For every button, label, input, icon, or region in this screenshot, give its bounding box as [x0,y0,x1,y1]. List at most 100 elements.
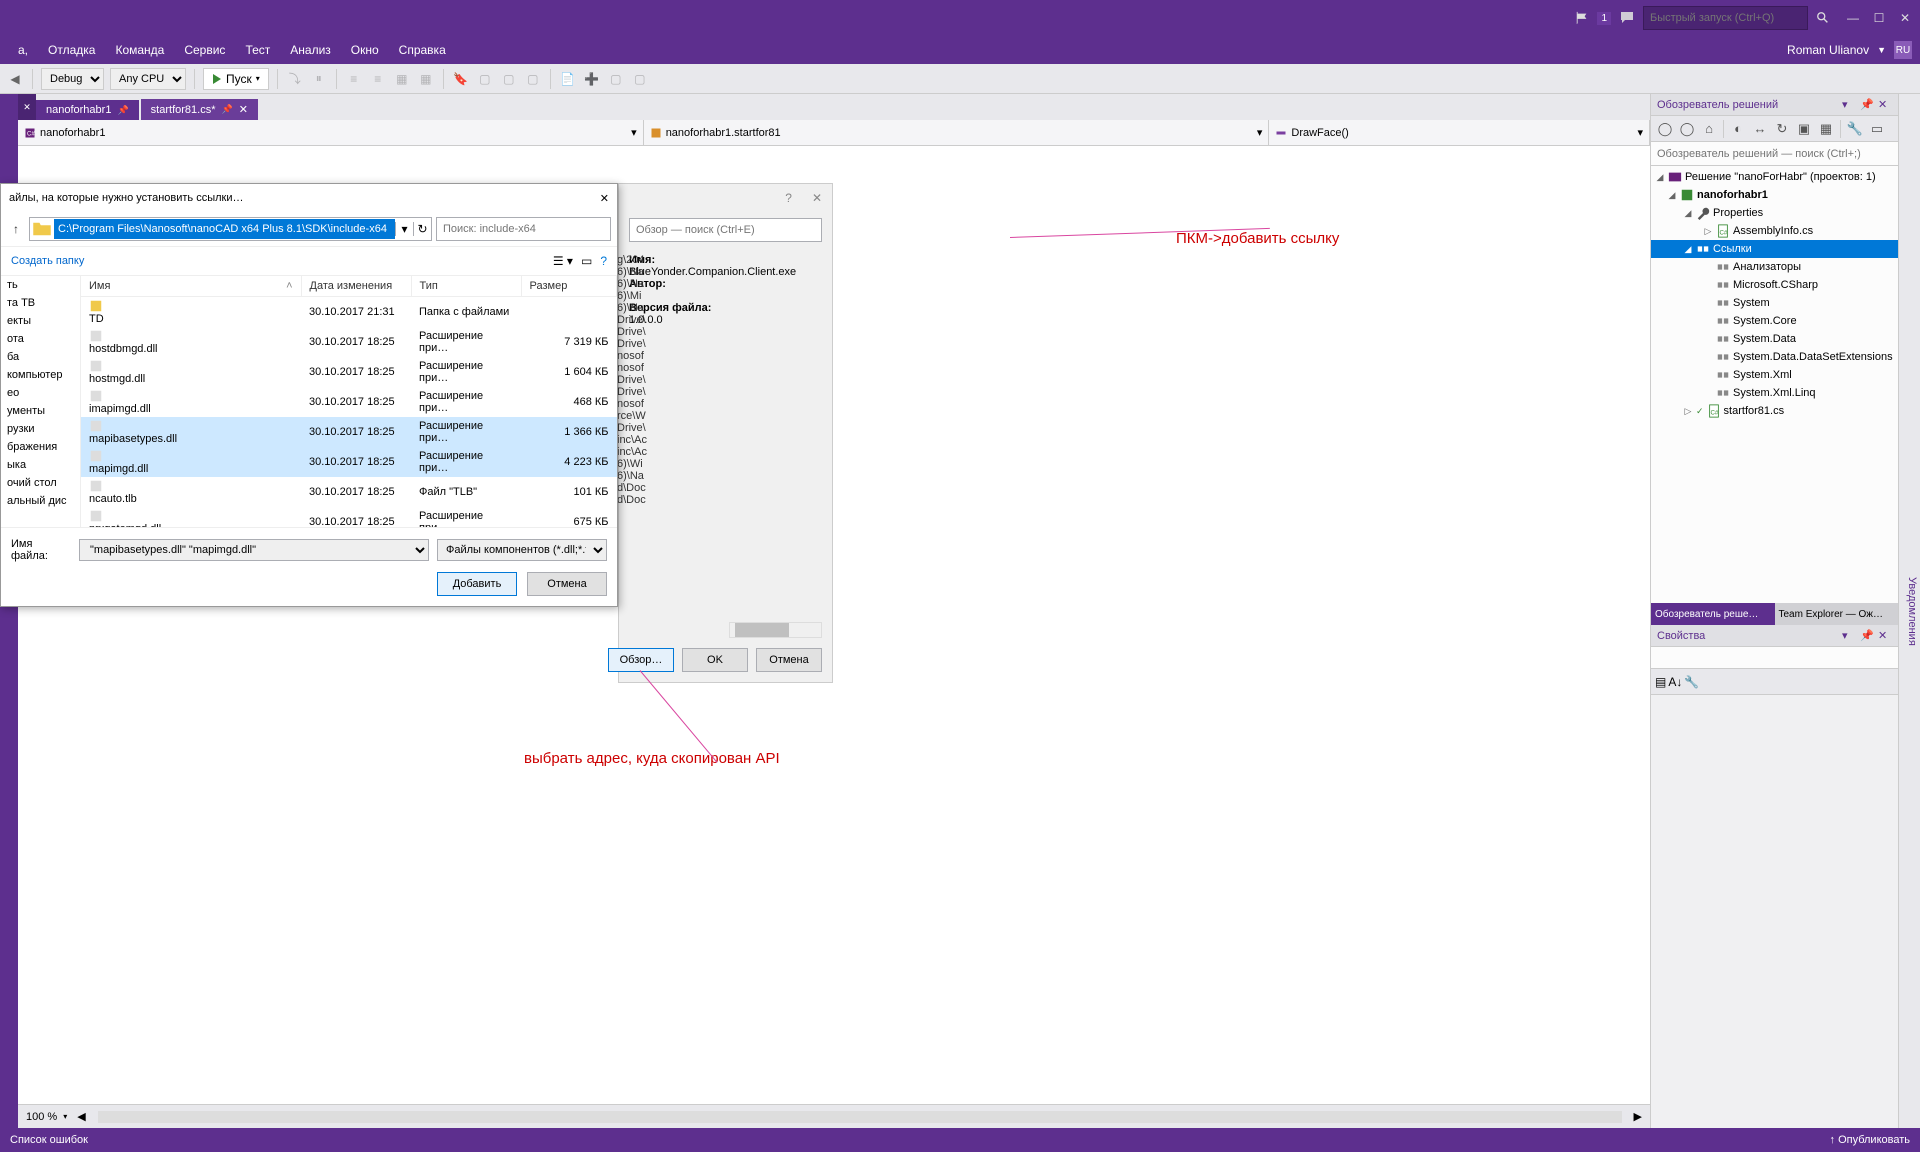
reference-node[interactable]: System [1651,294,1898,312]
step-icon[interactable]: ⏸ [310,70,328,88]
tab-team-explorer[interactable]: Team Explorer — Ож… [1775,603,1899,625]
user-account[interactable]: Roman Ulianov ▼ RU [1787,41,1912,59]
ok-button[interactable]: OK [682,648,748,672]
categorize-icon[interactable]: ▤ [1655,675,1666,689]
pin-icon[interactable]: 📌 [117,105,128,116]
h-scrollbar[interactable] [98,1111,1622,1123]
sidebar-item[interactable]: ота [1,330,80,348]
tab-overflow-icon[interactable]: ✕ [18,94,36,120]
menu-item[interactable]: Команда [105,39,174,61]
nav-back-icon[interactable]: ◀ [6,70,24,88]
reference-node[interactable]: System.Data.DataSetExtensions [1651,348,1898,366]
dropdown-icon[interactable]: ▾ [395,222,413,236]
close-icon[interactable]: ✕ [600,192,609,205]
notifications-strip[interactable]: Уведомления [1898,94,1920,1128]
up-icon[interactable]: ↑ [7,220,25,238]
editor-tab[interactable]: nanoforhabr1 📌 [36,100,139,120]
pin-icon[interactable]: 📌 [1860,98,1874,112]
surround-icon[interactable]: ▢ [607,70,625,88]
quick-launch-input[interactable] [1643,6,1808,30]
help-icon[interactable]: ? [600,254,607,268]
menu-item[interactable]: Окно [341,39,389,61]
alpha-sort-icon[interactable]: A↓ [1668,675,1682,689]
dropdown-icon[interactable]: ▾ [1842,98,1856,112]
tab-solution-explorer[interactable]: Обозреватель реше… [1651,603,1775,625]
back-icon[interactable]: ◯ [1655,119,1675,139]
comment-icon[interactable]: ▦ [417,70,435,88]
file-row[interactable]: mapimgd.dll30.10.2017 18:25Расширение пр… [81,447,617,477]
file-list[interactable]: Имя ˄ Дата изменения Тип Размер TD30.10.… [81,276,617,527]
refresh-icon[interactable]: ↻ [1772,119,1792,139]
pin-icon[interactable]: 📌 [221,104,232,115]
indent-icon[interactable]: ≡ [369,70,387,88]
close-button[interactable]: ✕ [1898,11,1912,25]
menu-item[interactable]: а, [8,39,38,61]
cancel-button[interactable]: Отмена [527,572,607,596]
reference-node[interactable]: System.Xml.Linq [1651,384,1898,402]
indent-icon[interactable]: ≡ [345,70,363,88]
file-row[interactable]: TD30.10.2017 21:31Папка с файлами [81,297,617,328]
sidebar-item[interactable]: ументы [1,402,80,420]
dialog-search-input[interactable] [436,217,611,241]
flag-icon[interactable] [1575,11,1589,25]
file-row[interactable]: hostdbmgd.dll30.10.2017 18:25Расширение … [81,327,617,357]
step-icon[interactable]: ⤵ [286,70,304,88]
file-row[interactable]: ncauto.tlb30.10.2017 18:25Файл "TLB"101 … [81,477,617,507]
references-node[interactable]: ◢Ссылки [1651,240,1898,258]
cancel-button[interactable]: Отмена [756,648,822,672]
member-dropdown[interactable]: DrawFace() ▾ [1269,120,1650,145]
sidebar-item[interactable]: бражения [1,438,80,456]
file-row[interactable]: mapibasetypes.dll30.10.2017 18:25Расшире… [81,417,617,447]
start-button[interactable]: Пуск ▾ [203,68,269,90]
error-list-tab[interactable]: Список ошибок [10,1134,88,1146]
home-icon[interactable]: ⌂ [1699,119,1719,139]
minimize-button[interactable]: — [1846,11,1860,25]
close-icon[interactable]: ✕ [1878,629,1892,643]
sidebar-item[interactable]: ео [1,384,80,402]
new-folder-button[interactable]: Создать папку [11,255,84,267]
menu-item[interactable]: Сервис [174,39,235,61]
close-icon[interactable]: ✕ [1878,98,1892,112]
scope-dropdown[interactable]: C# nanoforhabr1 ▾ [18,120,644,145]
notification-badge[interactable]: 1 [1597,12,1611,25]
reference-node[interactable]: System.Data [1651,330,1898,348]
file-row[interactable]: imapimgd.dll30.10.2017 18:25Расширение п… [81,387,617,417]
project-node[interactable]: ◢nanoforhabr1 [1651,186,1898,204]
sidebar-item[interactable]: рузки [1,420,80,438]
sidebar-item[interactable]: очий стол [1,474,80,492]
file-row[interactable]: nrxgatemgd.dll30.10.2017 18:25Расширение… [81,507,617,527]
pin-icon[interactable]: 📌 [1860,629,1874,643]
close-icon[interactable]: ✕ [812,191,822,205]
preview-icon[interactable]: ▭ [1867,119,1887,139]
forward-icon[interactable]: ◯ [1677,119,1697,139]
sidebar-item[interactable]: ыка [1,456,80,474]
address-bar[interactable]: C:\Program Files\Nanosoft\nanoCAD x64 Pl… [29,217,432,241]
browse-button[interactable]: Обзор… [608,648,674,672]
add-icon[interactable]: ➕ [583,70,601,88]
collapse-icon[interactable]: ▣ [1794,119,1814,139]
feedback-icon[interactable] [1619,10,1635,26]
sidebar-item[interactable]: ба [1,348,80,366]
new-item-icon[interactable]: 📄 [559,70,577,88]
platform-select[interactable]: Any CPU [110,68,186,90]
address-text[interactable]: C:\Program Files\Nanosoft\nanoCAD x64 Pl… [54,219,395,239]
sync-icon[interactable]: ↔ [1750,119,1770,139]
preview-icon[interactable]: ▭ [581,254,592,268]
add-button[interactable]: Добавить [437,572,517,596]
publish-button[interactable]: ↑ Опубликовать [1830,1134,1911,1146]
file-node[interactable]: ▷✓C#startfor81.cs [1651,402,1898,420]
menu-item[interactable]: Справка [389,39,456,61]
config-select[interactable]: Debug [41,68,104,90]
reference-node[interactable]: Анализаторы [1651,258,1898,276]
refmgr-search-input[interactable] [629,218,822,242]
editor-tab[interactable]: startfor81.cs* 📌 ✕ [141,99,258,120]
refresh-icon[interactable]: ↻ [413,222,431,236]
places-sidebar[interactable]: тьта ТВектыотабакомпьютереоументырузкибр… [1,276,81,527]
dropdown-icon[interactable]: ▾ [1842,629,1856,643]
menu-item[interactable]: Тест [235,39,280,61]
file-row[interactable]: hostmgd.dll30.10.2017 18:25Расширение пр… [81,357,617,387]
class-dropdown[interactable]: nanoforhabr1.startfor81 ▾ [644,120,1270,145]
menu-item[interactable]: Отладка [38,39,105,61]
solution-search-input[interactable] [1651,142,1898,166]
file-node[interactable]: ▷C#AssemblyInfo.cs [1651,222,1898,240]
